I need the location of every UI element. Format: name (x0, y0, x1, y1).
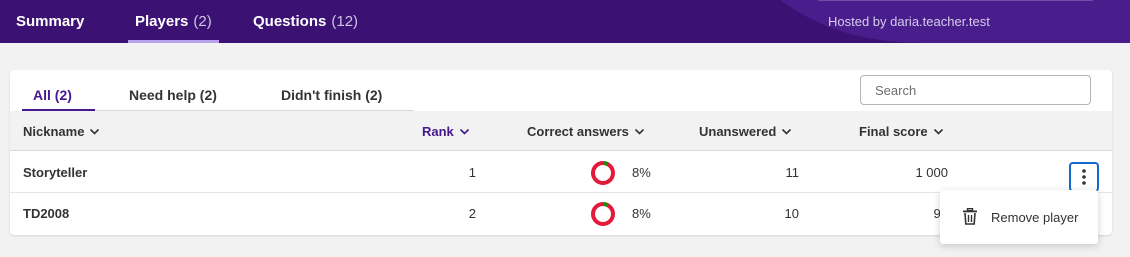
correct-answers-donut-chart (591, 160, 615, 185)
host-divider (818, 0, 1093, 1)
player-nickname: TD2008 (23, 206, 70, 221)
chevron-down-icon (634, 128, 644, 135)
remove-player-label: Remove player (991, 209, 1079, 225)
final-score: 1 000 (915, 165, 948, 180)
column-header-correct-answers[interactable]: Correct answers (527, 111, 645, 151)
column-header-correct-answers-label: Correct answers (527, 123, 629, 139)
chevron-down-icon (90, 128, 100, 135)
player-nickname: Storyteller (23, 165, 88, 180)
chevron-down-icon (782, 128, 792, 135)
correct-answers-donut-chart (591, 201, 615, 226)
tab-summary[interactable]: Summary (16, 0, 84, 43)
chevron-down-icon (933, 128, 943, 135)
remove-player-menu-item[interactable]: Remove player (940, 190, 1098, 244)
player-rank: 1 (468, 165, 476, 180)
chevron-down-icon (459, 128, 469, 135)
trash-icon (963, 208, 977, 225)
correct-answers-donut (590, 152, 616, 193)
unanswered-count: 10 (784, 206, 799, 221)
more-vertical-icon (1082, 169, 1086, 185)
filter-tab-all[interactable]: All (2) (33, 80, 72, 110)
unanswered-count: 11 (785, 165, 800, 180)
filter-tab-didnt-finish[interactable]: Didn't finish (2) (281, 80, 382, 110)
column-header-rank[interactable]: Rank (422, 111, 470, 151)
row-actions-button[interactable] (1069, 162, 1099, 192)
tab-players-label: Players (135, 13, 189, 30)
column-header-nickname-label: Nickname (23, 123, 85, 139)
tab-summary-label: Summary (16, 13, 85, 30)
column-header-rank-label: Rank (422, 123, 454, 139)
table-header: Nickname Rank Correct answers Unanswered… (10, 111, 1112, 151)
filter-tab-need-help[interactable]: Need help (2) (129, 80, 217, 110)
table-row[interactable]: Storyteller 1 8% 11 1 000 (10, 152, 1112, 193)
column-header-unanswered-label: Unanswered (699, 123, 777, 139)
column-header-unanswered[interactable]: Unanswered (699, 111, 792, 151)
correct-answers-percent: 8% (632, 206, 651, 221)
search-input[interactable] (860, 75, 1091, 105)
column-header-nickname[interactable]: Nickname (23, 111, 100, 151)
column-header-final-score-label: Final score (859, 123, 928, 139)
tab-questions-count: (12) (331, 13, 359, 30)
tab-players[interactable]: Players (2) (128, 0, 219, 43)
host-label: Hosted by daria.teacher.test (828, 14, 990, 29)
correct-answers-percent: 8% (632, 165, 651, 180)
column-header-final-score[interactable]: Final score (859, 111, 944, 151)
tab-questions-label: Questions (253, 13, 327, 30)
correct-answers-donut (590, 193, 616, 234)
top-navigation: Summary Players (2) Questions (12) Hoste… (0, 0, 1130, 43)
tab-players-count: (2) (193, 13, 212, 30)
tab-questions[interactable]: Questions (12) (253, 0, 358, 43)
player-rank: 2 (468, 206, 476, 221)
